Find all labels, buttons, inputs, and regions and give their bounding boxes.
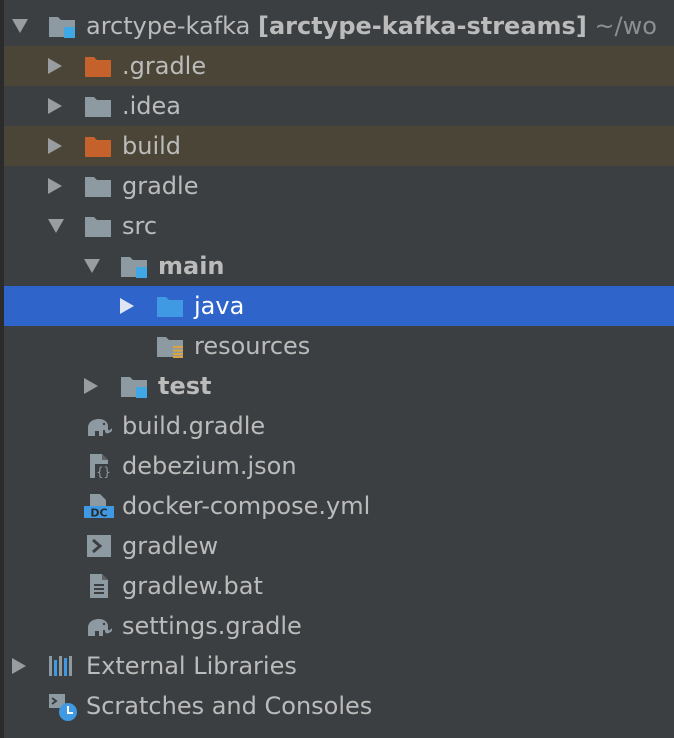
tree-row-external-libraries[interactable]: External Libraries xyxy=(4,646,674,686)
tree-label: main xyxy=(158,252,225,280)
svg-text:DC: DC xyxy=(90,507,107,519)
expand-arrow-right-icon[interactable] xyxy=(12,658,26,674)
docker-compose-file-icon: DC xyxy=(84,494,114,519)
tree-row-docker-compose[interactable]: DC docker-compose.yml xyxy=(4,486,674,526)
tree-row-main[interactable]: main xyxy=(4,246,674,286)
tree-row-debezium-json[interactable]: {} debezium.json xyxy=(4,446,674,486)
tree-row-build[interactable]: build xyxy=(4,126,674,166)
gradle-elephant-icon xyxy=(88,619,112,636)
tree-row-gradlew[interactable]: gradlew xyxy=(4,526,674,566)
expand-arrow-right-icon[interactable] xyxy=(48,98,62,114)
tree-label: src xyxy=(122,212,158,240)
tree-label: resources xyxy=(194,332,311,360)
tree-label: test xyxy=(158,372,212,400)
resources-folder-icon xyxy=(157,337,183,358)
tree-label: External Libraries xyxy=(86,652,297,680)
expand-arrow-right-icon[interactable] xyxy=(120,298,134,314)
tree-row-settings-gradle[interactable]: settings.gradle xyxy=(4,606,674,646)
tree-row-java[interactable]: java xyxy=(4,286,674,326)
expand-arrow-down-icon[interactable] xyxy=(12,19,28,33)
expand-arrow-down-icon[interactable] xyxy=(84,259,100,273)
text-file-icon xyxy=(90,574,108,598)
tree-label: java xyxy=(194,292,245,320)
tree-row-gradle-cache[interactable]: .gradle xyxy=(4,46,674,86)
library-icon xyxy=(49,656,72,676)
tree-row-resources[interactable]: resources xyxy=(4,326,674,366)
gradle-elephant-icon xyxy=(88,419,112,436)
tree-label: .gradle xyxy=(122,52,207,80)
tree-label: Scratches and Consoles xyxy=(86,692,373,720)
project-path: ~/wo xyxy=(594,12,657,40)
folder-icon xyxy=(85,97,111,117)
tree-row-test[interactable]: test xyxy=(4,366,674,406)
json-file-icon: {} xyxy=(90,454,112,478)
expand-arrow-right-icon[interactable] xyxy=(48,178,62,194)
tree-label: .idea xyxy=(122,92,182,120)
source-folder-icon xyxy=(157,297,183,317)
tree-label: build.gradle xyxy=(122,412,266,440)
folder-icon xyxy=(85,217,111,237)
module-folder-icon xyxy=(49,17,75,38)
tree-row-project-root[interactable]: arctype-kafka [arctype-kafka-streams] ~/… xyxy=(4,6,674,46)
svg-text:{}: {} xyxy=(96,465,110,478)
tree-label: build xyxy=(122,132,182,160)
tree-label: debezium.json xyxy=(122,452,297,480)
expand-arrow-down-icon[interactable] xyxy=(48,219,64,233)
tree-label: docker-compose.yml xyxy=(122,492,371,520)
tree-row-idea[interactable]: .idea xyxy=(4,86,674,126)
module-name: [arctype-kafka-streams] xyxy=(257,12,587,40)
project-name: arctype-kafka xyxy=(86,12,251,40)
folder-icon xyxy=(85,177,111,197)
scratches-clock-icon xyxy=(49,694,77,721)
excluded-folder-icon xyxy=(85,57,111,77)
tree-label: gradle xyxy=(122,172,199,200)
tree-label: gradlew xyxy=(122,532,219,560)
expand-arrow-right-icon[interactable] xyxy=(48,58,62,74)
tree-label: gradlew.bat xyxy=(122,572,263,600)
project-tree: arctype-kafka [arctype-kafka-streams] ~/… xyxy=(0,0,674,738)
tree-row-gradlew-bat[interactable]: gradlew.bat xyxy=(4,566,674,606)
module-folder-icon xyxy=(121,377,147,398)
expand-arrow-right-icon[interactable] xyxy=(84,378,98,394)
tree-label: settings.gradle xyxy=(122,612,302,640)
tree-row-src[interactable]: src xyxy=(4,206,674,246)
module-folder-icon xyxy=(121,257,147,278)
tree-row-scratches[interactable]: Scratches and Consoles xyxy=(4,686,674,726)
shell-script-icon xyxy=(87,535,111,557)
tree-row-build-gradle[interactable]: build.gradle xyxy=(4,406,674,446)
excluded-folder-icon xyxy=(85,137,111,157)
tree-row-gradle[interactable]: gradle xyxy=(4,166,674,206)
expand-arrow-right-icon[interactable] xyxy=(48,138,62,154)
